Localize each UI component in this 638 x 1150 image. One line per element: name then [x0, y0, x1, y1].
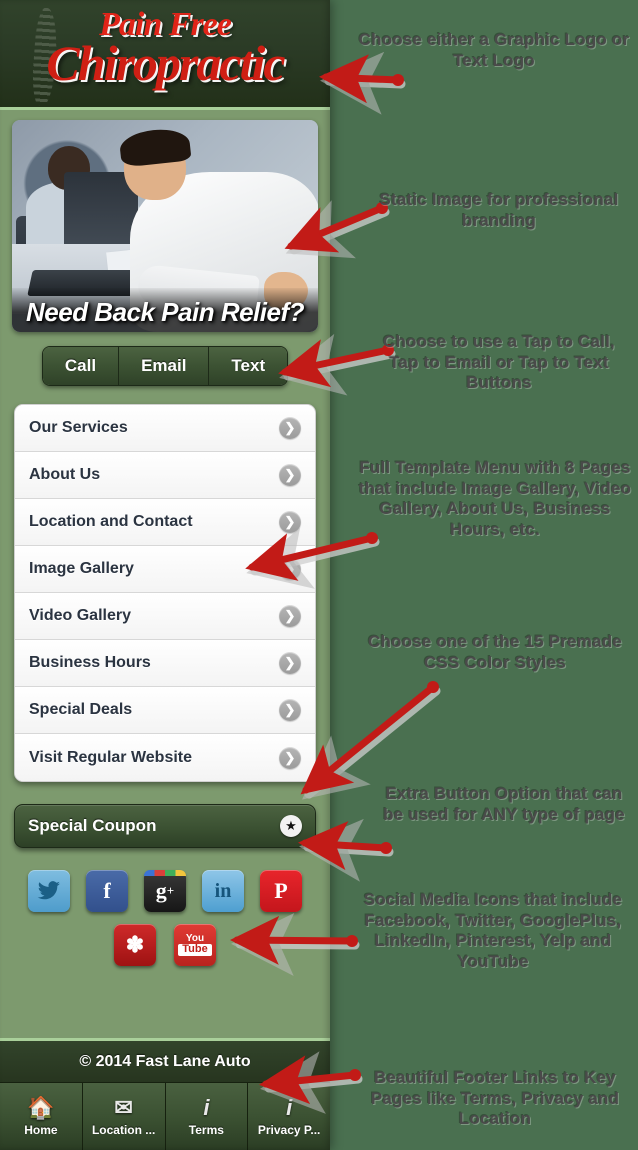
twitter-icon[interactable] — [28, 870, 70, 912]
annotation-social-icons: Social Media Icons that include Facebook… — [363, 890, 623, 972]
logo[interactable]: Pain Free Chiropractic — [0, 8, 330, 91]
footer-tab-label: Privacy P... — [257, 1122, 321, 1137]
chevron-right-icon: ❯ — [279, 699, 301, 721]
footer-tab-privacy[interactable]: i Privacy P... — [248, 1083, 330, 1150]
menu-item-special-deals[interactable]: Special Deals ❯ — [15, 687, 315, 734]
menu-item-image-gallery[interactable]: Image Gallery ❯ — [15, 546, 315, 593]
chevron-right-icon: ❯ — [279, 511, 301, 533]
hero-section: Need Back Pain Relief? — [0, 110, 330, 332]
chevron-right-icon: ❯ — [279, 558, 301, 580]
annotation-color-styles: Choose one of the 15 Premade CSS Color S… — [367, 632, 623, 672]
googleplus-icon[interactable]: g + — [144, 870, 186, 912]
menu-item-label: Video Gallery — [29, 607, 131, 624]
footer-tabbar: 🏠 Home ✉ Location ... i Terms i Privacy … — [0, 1082, 330, 1150]
footer-tab-label: Home — [24, 1122, 58, 1137]
social-row-2: ✽ You Tube — [0, 924, 330, 966]
footer-tab-location[interactable]: ✉ Location ... — [82, 1083, 166, 1150]
linkedin-icon[interactable]: in — [202, 870, 244, 912]
footer-tab-label: Terms — [188, 1122, 224, 1137]
text-button[interactable]: Text — [209, 347, 288, 385]
youtube-tube-text: Tube — [178, 944, 212, 957]
chevron-right-icon: ❯ — [279, 417, 301, 439]
call-button[interactable]: Call — [42, 347, 120, 385]
menu-item-video-gallery[interactable]: Video Gallery ❯ — [15, 593, 315, 640]
annotation-tap-buttons: Choose to use a Tap to Call, Tap to Emai… — [383, 332, 615, 393]
facebook-icon[interactable]: f — [86, 870, 128, 912]
special-coupon-button[interactable]: Special Coupon ★ — [14, 804, 316, 848]
footer-tab-terms[interactable]: i Terms — [165, 1083, 249, 1150]
menu-item-label: Location and Contact — [29, 513, 193, 530]
annotation-static-image: Static Image for professional branding — [379, 190, 619, 230]
hero-caption: Need Back Pain Relief? — [12, 288, 318, 332]
menu-item-label: Image Gallery — [29, 560, 134, 577]
annotation-footer-links: Beautiful Footer Links to Key Pages like… — [370, 1068, 620, 1129]
phone-mockup: Pain Free Chiropractic Need Back Pain Re… — [0, 0, 330, 1150]
main-menu-list: Our Services ❯ About Us ❯ Location and C… — [14, 404, 316, 782]
chevron-right-icon: ❯ — [279, 605, 301, 627]
annotation-logo: Choose either a Graphic Logo or Text Log… — [358, 30, 630, 70]
copyright-text: © 2014 Fast Lane Auto — [0, 1038, 330, 1082]
annotation-template-menu: Full Template Menu with 8 Pages that inc… — [358, 458, 632, 540]
yelp-icon[interactable]: ✽ — [114, 924, 156, 966]
pinterest-icon[interactable]: P — [260, 870, 302, 912]
menu-item-our-services[interactable]: Our Services ❯ — [15, 405, 315, 452]
menu-item-about-us[interactable]: About Us ❯ — [15, 452, 315, 499]
chevron-right-icon: ❯ — [279, 652, 301, 674]
footer-tab-label: Location ... — [91, 1122, 156, 1137]
menu-item-label: Our Services — [29, 419, 128, 436]
menu-item-location-and-contact[interactable]: Location and Contact ❯ — [15, 499, 315, 546]
email-button[interactable]: Email — [119, 347, 210, 385]
menu-item-label: About Us — [29, 466, 101, 483]
footer-tab-home[interactable]: 🏠 Home — [0, 1083, 83, 1150]
chevron-right-icon: ❯ — [279, 464, 301, 486]
star-icon: ★ — [280, 815, 302, 837]
social-media-icons: f g + in P ✽ You Tube — [0, 870, 330, 966]
chevron-right-icon: ❯ — [279, 746, 301, 769]
segmented-control: Call Email Text — [41, 346, 289, 386]
info-icon: i — [286, 1094, 293, 1120]
menu-item-business-hours[interactable]: Business Hours ❯ — [15, 640, 315, 687]
hero-image: Need Back Pain Relief? — [12, 120, 318, 332]
menu-item-visit-regular-website[interactable]: Visit Regular Website ❯ — [15, 734, 315, 781]
social-row-1: f g + in P — [0, 870, 330, 912]
special-coupon-label: Special Coupon — [28, 816, 157, 835]
footer: © 2014 Fast Lane Auto 🏠 Home ✉ Location … — [0, 1038, 330, 1150]
mail-icon: ✉ — [114, 1094, 133, 1120]
info-icon: i — [203, 1094, 210, 1120]
menu-item-label: Business Hours — [29, 654, 151, 671]
screenshot-root: Pain Free Chiropractic Need Back Pain Re… — [0, 0, 638, 1150]
menu-item-label: Special Deals — [29, 701, 133, 718]
annotation-extra-button: Extra Button Option that can be used for… — [383, 784, 625, 824]
menu-item-label: Visit Regular Website — [29, 748, 193, 766]
contact-buttons-group: Call Email Text — [0, 346, 330, 386]
logo-line-2: Chiropractic — [46, 35, 285, 91]
home-icon: 🏠 — [27, 1094, 55, 1120]
youtube-icon[interactable]: You Tube — [174, 924, 216, 966]
logo-header: Pain Free Chiropractic — [0, 0, 330, 110]
